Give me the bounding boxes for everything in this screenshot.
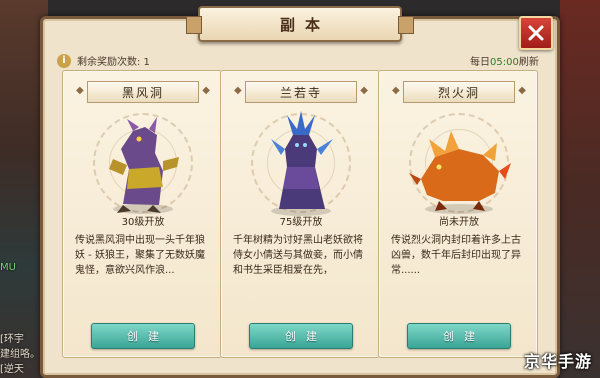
dungeon-name: 黑风洞 bbox=[121, 85, 164, 100]
close-button[interactable] bbox=[519, 16, 553, 50]
create-button-label: 创建 bbox=[285, 330, 327, 343]
wolf-demon-icon bbox=[109, 117, 179, 214]
dungeon-card-liehuodong: 烈火洞 尚未开放 传说烈火洞内封印着许多上古凶兽，数千年后封印出现了异常....… bbox=[378, 70, 538, 358]
unlock-level: 30级开放 bbox=[121, 217, 165, 228]
unlock-level: 75级开放 bbox=[279, 217, 323, 228]
close-icon bbox=[528, 25, 544, 41]
create-button[interactable]: 创建 bbox=[407, 323, 511, 349]
create-button-label: 创建 bbox=[443, 330, 485, 343]
remaining-rewards-label: 剩余奖励次数: 1 bbox=[77, 57, 150, 68]
fire-beast-icon bbox=[409, 131, 511, 214]
create-button-label: 创建 bbox=[127, 330, 169, 343]
refresh-info: 每日05:00刷新 bbox=[470, 53, 539, 68]
create-button[interactable]: 创建 bbox=[91, 323, 195, 349]
refresh-prefix: 每日 bbox=[470, 57, 490, 68]
dungeon-description: 传说黑风洞中出现一头千年狼妖 - 妖狼王，聚集了无数妖魔鬼怪，意欲兴风作浪... bbox=[75, 235, 205, 276]
refresh-time: 05:00 bbox=[490, 57, 519, 68]
info-icon: i bbox=[57, 53, 71, 68]
refresh-suffix: 刷新 bbox=[518, 57, 539, 68]
dungeon-card-heifengdong: 黑风洞 30级开放 传说黑风洞中出现一头千年狼妖 - 妖狼王，聚集了无数妖魔鬼怪… bbox=[62, 70, 222, 358]
watermark-logo: 京华手游 bbox=[523, 352, 592, 371]
title-plaque: 副本 bbox=[186, 6, 414, 42]
card-title-banner: 烈火洞 bbox=[392, 81, 526, 103]
card-title-banner: 兰若寺 bbox=[234, 81, 368, 103]
dungeon-name: 兰若寺 bbox=[279, 85, 322, 100]
card-title-banner: 黑风洞 bbox=[76, 81, 210, 103]
dungeon-card-lanruosi: 兰若寺 75级开放 千年树精为讨好黑山老妖欲将侍女小倩送与其做妾，而小倩和书生采… bbox=[220, 70, 380, 358]
dungeon-description: 千年树精为讨好黑山老妖欲将侍女小倩送与其做妾，而小倩和书生采臣相爱在先， bbox=[233, 235, 363, 276]
scene-right-decor bbox=[560, 0, 600, 378]
dungeon-description: 传说烈火洞内封印着许多上古凶兽，数千年后封印出现了异常...... bbox=[391, 235, 521, 276]
unlock-level: 尚未开放 bbox=[439, 217, 479, 228]
tree-spirit-icon bbox=[271, 111, 333, 216]
page-title: 副本 bbox=[279, 15, 330, 34]
create-button[interactable]: 创建 bbox=[249, 323, 353, 349]
reward-info: i 剩余奖励次数: 1 bbox=[57, 53, 150, 68]
dungeon-name: 烈火洞 bbox=[437, 85, 480, 100]
